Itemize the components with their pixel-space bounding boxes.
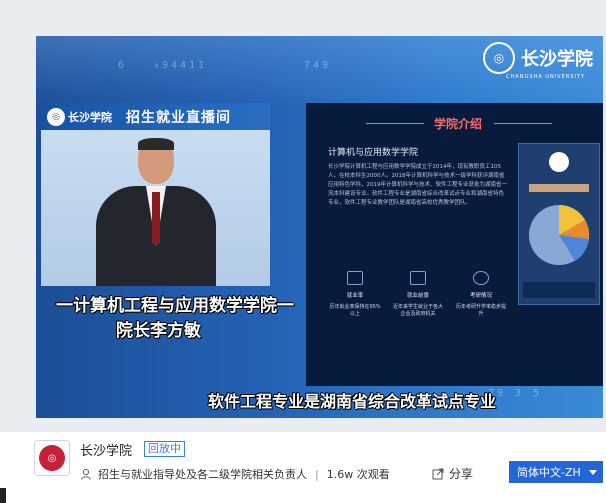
language-value: 简体中文-ZH — [517, 466, 581, 479]
stat-item: 考研情况 历年考研升学率稳步提升 — [454, 271, 508, 317]
speaker — [96, 138, 216, 286]
slide-header: 学院介绍 — [434, 117, 483, 131]
stat-item: 就业前景 近年来学生就业于各大企业及政府机关 — [391, 271, 445, 317]
bg-number: ᴧ94411 — [154, 60, 208, 71]
pie-chart-graphic — [529, 205, 590, 265]
school-seal-icon: ◎ — [483, 42, 515, 74]
share-label: 分享 — [449, 467, 474, 481]
school-logo-text: 长沙学院 — [521, 49, 593, 70]
globe-icon — [473, 271, 489, 285]
school-logo: ◎ 长沙学院 CHANGSHA UNIVERSITY — [483, 42, 593, 80]
chevron-down-icon — [589, 470, 597, 475]
edge-marker — [0, 488, 6, 503]
slide-title: 计算机与应用数学学院 — [328, 148, 419, 158]
stat-item: 就业率 历年就业率保持在95%以上 — [328, 271, 382, 317]
channel-info-bar: ◎ 长沙学院 回放中 招生与就业指导处及各二级学院相关负责人 | 1.6w 次观… — [0, 432, 606, 503]
banner-live-title: 招生就业直播间 — [126, 109, 231, 126]
replay-badge: 回放中 — [144, 441, 185, 457]
bg-number: 79 3 5 — [488, 388, 543, 399]
banner-school: 长沙学院 — [68, 110, 112, 124]
subtitle-caption: 软件工程专业是湖南省综合改革试点专业 — [208, 392, 497, 411]
person-icon — [81, 468, 91, 480]
page: 6 ᴧ94411 749 79 3 5 ◎ 长沙学院 CHANGSHA UNIV… — [0, 0, 606, 503]
video-player[interactable]: 6 ᴧ94411 749 79 3 5 ◎ 长沙学院 CHANGSHA UNIV… — [0, 0, 606, 432]
chart-icon — [347, 271, 363, 285]
channel-name[interactable]: 长沙学院 — [80, 440, 132, 459]
chart-legend — [523, 282, 595, 298]
school-seal-icon: ◎ — [47, 107, 65, 126]
separator: | — [315, 467, 319, 481]
share-button[interactable]: 分享 — [432, 465, 473, 482]
live-banner: ◎ 长沙学院 招生就业直播间 — [41, 103, 270, 130]
school-logo-en: CHANGSHA UNIVERSITY — [506, 74, 585, 80]
bg-number: 749 — [304, 60, 332, 71]
inset-video: ◎ 长沙学院 招生就业直播间 — [41, 103, 270, 286]
divider — [494, 123, 552, 124]
subtitle-line-1: 一计算机工程与应用数学学院一 — [56, 296, 294, 316]
presenter-meta: 招生与就业指导处及各二级学院相关负责人 | 1.6w 次观看 — [80, 466, 390, 482]
view-count: 1.6w 次观看 — [326, 468, 390, 481]
school-seal-icon: ◎ — [39, 445, 65, 471]
language-select[interactable]: 简体中文-ZH — [509, 461, 603, 483]
slide-stats: 就业率 历年就业率保持在95%以上 就业前景 近年来学生就业于各大企业及政府机关… — [328, 271, 508, 317]
people-icon — [549, 152, 569, 172]
presenter-text: 招生与就业指导处及各二级学院相关负责人 — [98, 468, 307, 481]
avatar[interactable]: ◎ — [34, 440, 70, 476]
slide-chart-panel — [518, 143, 600, 305]
bg-number: 6 — [118, 60, 128, 71]
panel-label — [529, 184, 589, 192]
presentation-slide: 学院介绍 计算机与应用数学学院 长沙学院计算机工程与应用数学学院成立于2014年… — [306, 103, 603, 386]
slide-body: 长沙学院计算机工程与应用数学学院成立于2014年，现有教职员工105人，在校本科… — [328, 164, 507, 206]
subtitle-line-2: 院长李方敏 — [116, 321, 201, 341]
video-frame[interactable]: 6 ᴧ94411 749 79 3 5 ◎ 长沙学院 CHANGSHA UNIV… — [36, 36, 603, 418]
share-icon — [432, 468, 444, 479]
briefcase-icon — [410, 271, 426, 285]
divider — [366, 123, 424, 124]
